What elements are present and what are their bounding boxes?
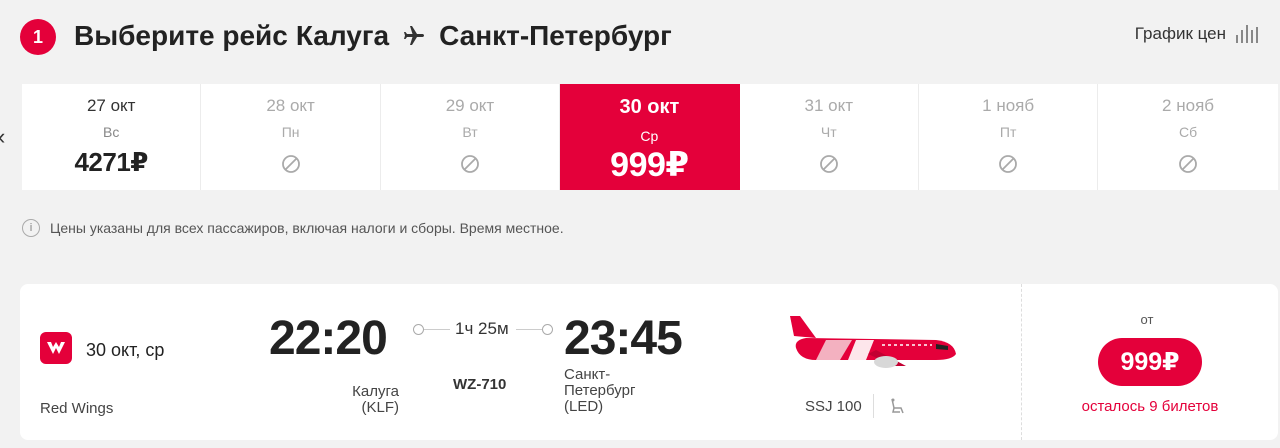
flight-card[interactable]: 30 окт, ср Red Wings 22:20 1ч 25м WZ-710… xyxy=(20,284,1278,440)
seats-left: осталось 9 билетов xyxy=(1081,398,1219,415)
date-selector: ‹ 27 окт Вс 4271₽ 28 окт Пн 29 окт Вт 30 окт Ср 9… xyxy=(0,84,1280,190)
divider xyxy=(873,394,874,418)
unavailable-icon xyxy=(819,154,839,179)
departure-time: 22:20 xyxy=(269,312,388,365)
info-icon: i xyxy=(22,219,40,237)
page-title: Выберите рейс Калуга Санкт-Петербург xyxy=(74,20,672,52)
unavailable-icon xyxy=(460,154,480,179)
departure-city: Калуга (KLF) xyxy=(352,384,399,416)
date-label: 27 окт xyxy=(86,96,136,115)
weekday-label: Ср xyxy=(640,128,659,144)
arrival-city-name-line1: Санкт- xyxy=(564,366,611,383)
departure-airport-code: (KLF) xyxy=(361,399,400,416)
date-price: 4271₽ xyxy=(74,147,148,177)
select-flight-price-button[interactable]: 999₽ xyxy=(1098,338,1202,386)
date-cell[interactable]: 29 окт Вт xyxy=(381,84,561,190)
date-cell[interactable]: 1 нояб Пт xyxy=(919,84,1099,190)
unavailable-icon xyxy=(998,154,1018,179)
date-label: 30 окт xyxy=(619,96,680,118)
price-chart-button[interactable]: График цен xyxy=(1135,24,1258,44)
from-label: от xyxy=(1140,312,1154,327)
date-label: 29 окт xyxy=(445,96,495,115)
date-cell[interactable]: 27 окт Вс 4271₽ xyxy=(22,84,202,190)
chevron-left-icon[interactable]: ‹ xyxy=(0,124,5,150)
date-label: 1 нояб xyxy=(982,96,1035,115)
price-notice: i Цены указаны для всех пассажиров, вклю… xyxy=(22,219,564,237)
departure-city-name: Калуга xyxy=(352,383,399,400)
date-label: 2 нояб xyxy=(1162,96,1215,115)
date-label: 28 окт xyxy=(266,96,315,115)
arrival-time: 23:45 xyxy=(564,312,683,365)
airline-name: Red Wings xyxy=(40,400,114,417)
step-badge: 1 xyxy=(20,19,56,55)
date-cells: 27 окт Вс 4271₽ 28 окт Пн 29 окт Вт 30 окт Ср 999… xyxy=(22,84,1278,190)
destination-city: Санкт-Петербург xyxy=(439,20,672,51)
aircraft-image xyxy=(786,314,958,379)
flight-date: 30 окт, ср xyxy=(86,340,165,360)
unavailable-icon xyxy=(281,154,301,179)
weekday-label: Сб xyxy=(1178,124,1198,140)
weekday-label: Чт xyxy=(820,124,837,140)
plane-icon xyxy=(401,24,427,48)
unavailable-icon xyxy=(1178,154,1198,179)
arrival-city-name-line2: Петербург xyxy=(564,382,636,399)
arrival-airport-code: (LED) xyxy=(564,398,604,415)
date-cell[interactable]: 2 нояб Сб xyxy=(1098,84,1277,190)
date-cell[interactable]: 30 окт Ср 999₽ xyxy=(560,84,740,190)
flight-number: WZ-710 xyxy=(453,376,507,393)
title-prefix: Выберите рейс xyxy=(74,20,288,51)
seat-icon xyxy=(888,397,906,420)
date-cell[interactable]: 31 окт Чт xyxy=(740,84,919,190)
date-label: 31 окт xyxy=(804,96,854,115)
date-price: 999₽ xyxy=(610,146,689,184)
price-chart-label: График цен xyxy=(1134,24,1226,43)
origin-city: Калуга xyxy=(295,20,390,51)
weekday-label: Пт xyxy=(999,124,1017,140)
date-cell[interactable]: 28 окт Пн xyxy=(201,84,381,190)
weekday-label: Пн xyxy=(281,124,300,140)
arrival-city: Санкт- Петербург (LED) xyxy=(564,367,635,415)
aircraft-type: SSJ 100 xyxy=(805,398,862,415)
airline-logo xyxy=(40,332,72,364)
bar-chart-icon xyxy=(1236,25,1258,43)
flight-duration: 1ч 25м xyxy=(453,319,511,339)
weekday-label: Вт xyxy=(462,124,478,140)
weekday-label: Вс xyxy=(103,124,120,140)
notice-text: Цены указаны для всех пассажиров, включа… xyxy=(50,220,564,236)
card-divider xyxy=(1021,284,1022,440)
header: 1 Выберите рейс Калуга Санкт-Петербург Г… xyxy=(0,0,1280,76)
